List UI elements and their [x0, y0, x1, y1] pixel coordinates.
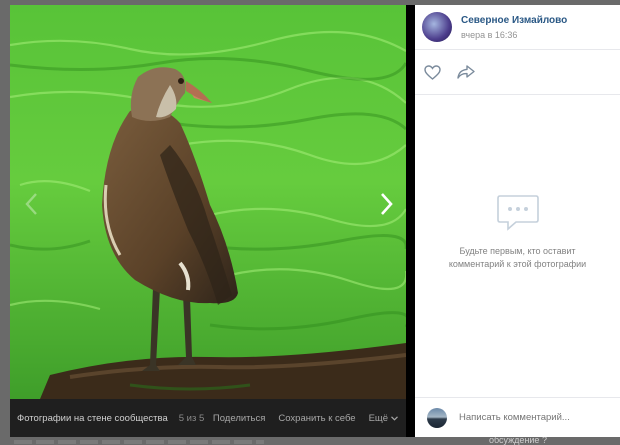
post-meta: Северное Измайлово вчера в 16:36 — [461, 15, 567, 40]
save-button[interactable]: Сохранить к себе — [278, 413, 355, 424]
heart-icon[interactable] — [424, 64, 441, 80]
empty-comments-text: Будьте первым, кто оставит комментарий к… — [448, 246, 587, 269]
viewer-bottom-bar: Фотографии на стене сообщества 5 из 5 По… — [10, 399, 406, 437]
bird-photo — [10, 5, 406, 399]
more-label: Ещё — [368, 412, 388, 424]
photo-counter: 5 из 5 — [178, 412, 205, 424]
avatar[interactable] — [422, 12, 452, 42]
speech-bubble-icon — [496, 195, 539, 231]
post-date[interactable]: вчера в 16:36 — [461, 30, 567, 40]
comment-composer — [415, 397, 620, 437]
chevron-down-icon — [391, 415, 398, 421]
post-header: Северное Измайлово вчера в 16:36 — [415, 5, 620, 50]
chevron-left-icon[interactable] — [22, 191, 42, 217]
reactions-bar — [415, 50, 620, 95]
page-background: обсуждение ? Фотографии на стене сообщес… — [0, 0, 620, 445]
comment-input[interactable] — [459, 412, 609, 423]
background-page-text — [14, 440, 264, 444]
photo-pane: Фотографии на стене сообщества 5 из 5 По… — [10, 5, 406, 437]
comments-panel: Северное Измайлово вчера в 16:36 Будьте … — [415, 5, 620, 437]
author-link[interactable]: Северное Измайлово — [461, 15, 567, 26]
share-button[interactable]: Поделиться — [213, 413, 265, 424]
album-link[interactable]: Фотографии на стене сообщества — [17, 413, 168, 424]
more-button[interactable]: Ещё — [369, 413, 398, 424]
share-arrow-icon[interactable] — [457, 65, 475, 79]
current-user-avatar[interactable] — [427, 407, 447, 428]
chevron-right-icon[interactable] — [376, 191, 396, 217]
photo-viewer: Фотографии на стене сообщества 5 из 5 По… — [10, 5, 620, 437]
no-comments-placeholder: Будьте первым, кто оставит комментарий к… — [415, 193, 620, 271]
photo-image[interactable] — [10, 5, 406, 399]
